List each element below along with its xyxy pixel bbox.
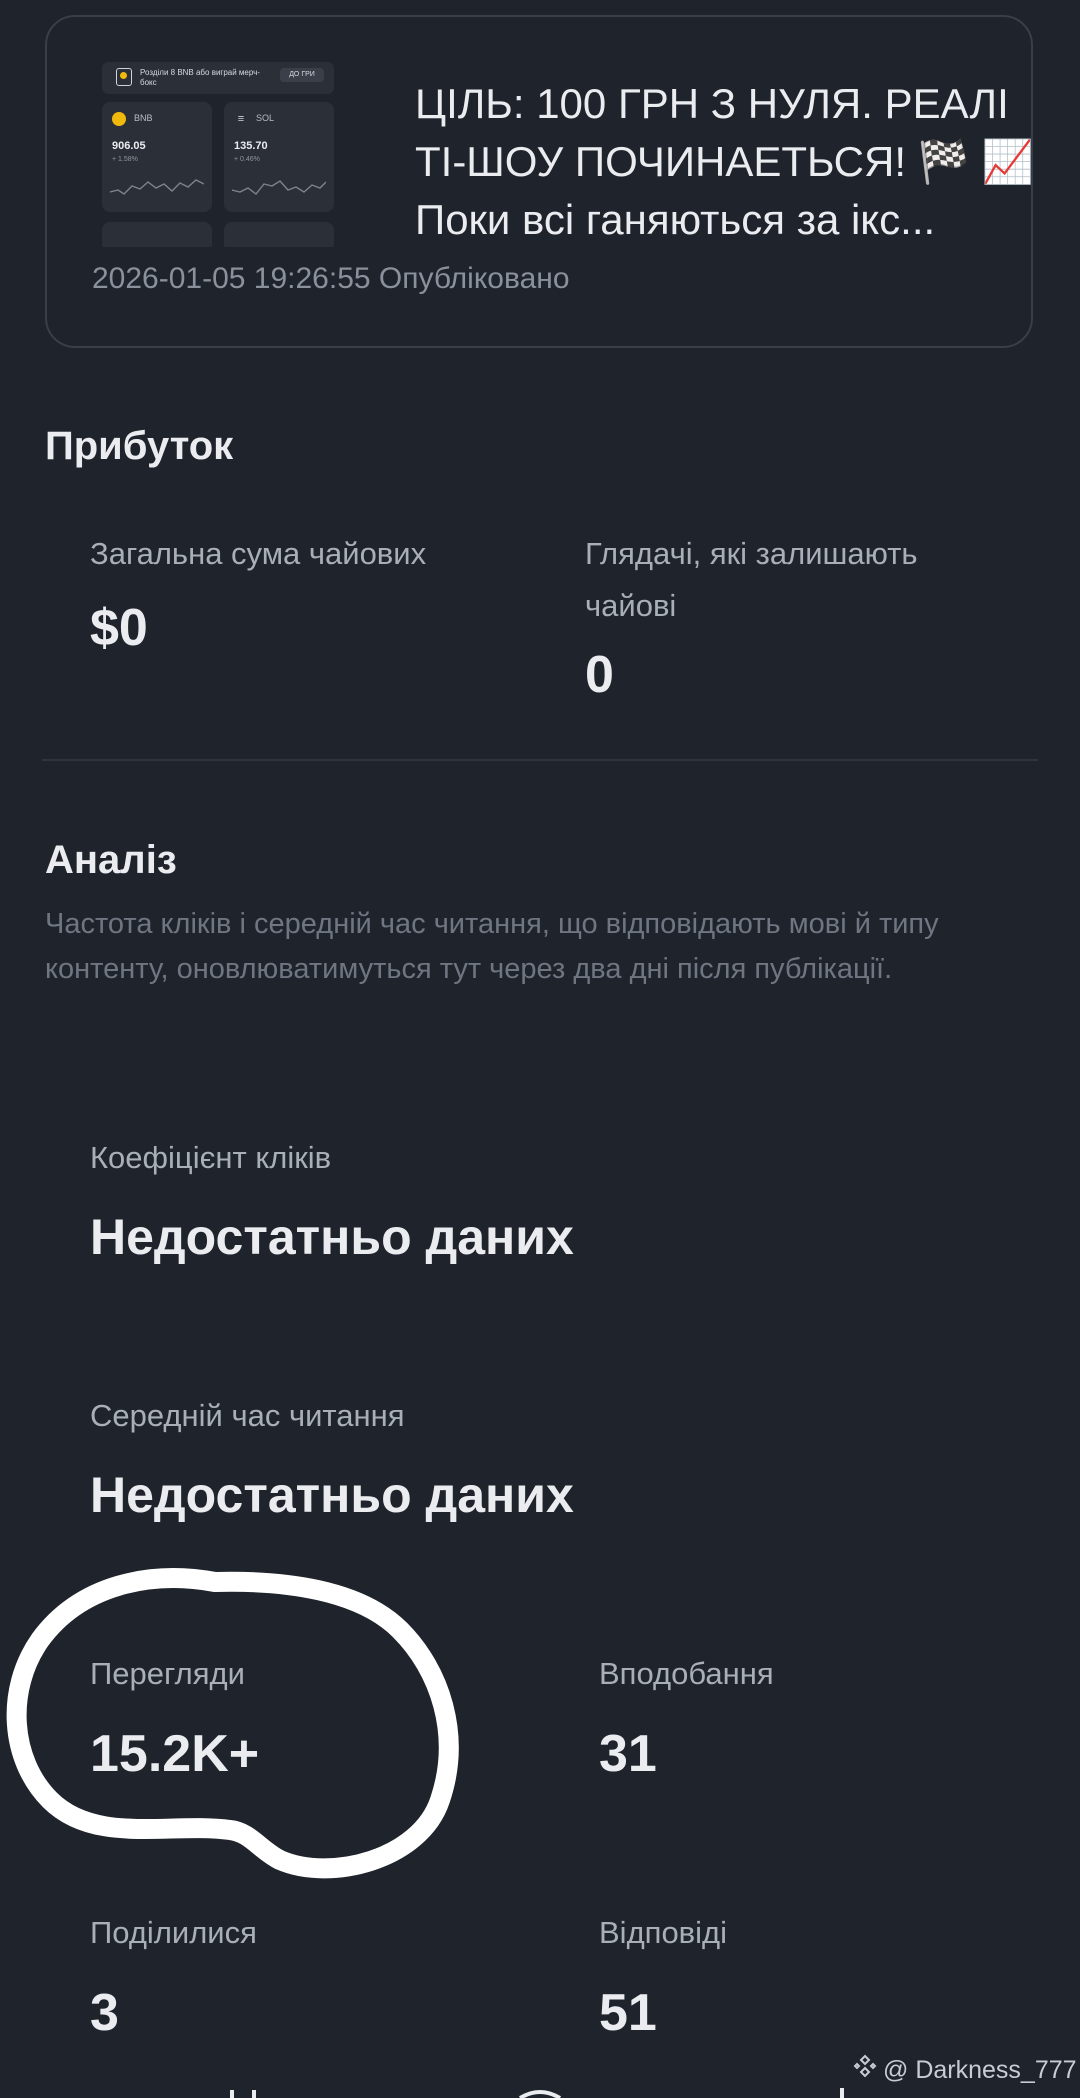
sparkline-icon (110, 179, 204, 195)
replies-label: Відповіді (599, 1915, 728, 1950)
total-tips-label: Загальна сума чайових (90, 536, 427, 571)
likes-label: Вподобання (599, 1656, 774, 1691)
watermark: @ Darkness_777 (853, 2054, 1077, 2085)
ctr-value: Недостатньо даних (90, 1209, 574, 1265)
sparkline-icon (232, 180, 326, 195)
thumbnail-coin-card: ≡ SOL 135.70 + 0.46% (224, 102, 334, 212)
thumbnail-coin-card: BNB 906.05 + 1.58% (102, 102, 212, 212)
post-card[interactable]: Розділи 8 BNB або виграй мерч-бокс ДО ГР… (45, 15, 1035, 348)
bnb-coin-icon (112, 112, 126, 126)
watermark-text: @ Darkness_777 (883, 2056, 1077, 2084)
tippers-label: Глядачі, які залишають чайові (585, 536, 918, 623)
gift-icon (116, 68, 132, 86)
thumbnail-banner-text: Розділи 8 BNB або виграй мерч-бокс (140, 68, 260, 87)
replies-value: 51 (599, 1984, 657, 2042)
coin-price: 135.70 (234, 140, 268, 152)
avg-read-label: Середній час читання (90, 1398, 405, 1433)
analysis-section-title: Аналіз (45, 838, 177, 882)
shares-value: 3 (90, 1984, 119, 2042)
thumbnail-banner: Розділи 8 BNB або виграй мерч-бокс ДО ГР… (102, 62, 334, 94)
sol-coin-icon: ≡ (237, 113, 245, 125)
thumbnail-card-edge (102, 222, 212, 247)
coin-name: SOL (256, 113, 275, 123)
post-title[interactable]: ЦІЛЬ: 100 ГРН З НУЛЯ. РЕАЛІ ТІ-ШОУ ПОЧИН… (415, 75, 1035, 249)
shares-label: Поділилися (90, 1915, 257, 1950)
total-tips-value: $0 (90, 599, 148, 657)
coin-change: + 0.46% (234, 156, 260, 163)
likes-value: 31 (599, 1725, 657, 1783)
post-thumbnail: Розділи 8 BNB або виграй мерч-бокс ДО ГР… (102, 62, 334, 247)
coin-name: BNB (134, 113, 153, 123)
analysis-description: Частота кліків і середній час читання, щ… (45, 908, 939, 985)
tippers-value: 0 (585, 646, 614, 704)
section-divider (42, 759, 1038, 761)
binance-logo-icon (853, 2054, 877, 2078)
cut-off-bottom-row (230, 2088, 844, 2098)
ctr-label: Коефіцієнт кліків (90, 1140, 332, 1175)
hand-drawn-circle-annotation (6, 1568, 459, 1879)
coin-price: 906.05 (112, 140, 146, 152)
avg-read-value: Недостатньо даних (90, 1467, 574, 1523)
earnings-section-title: Прибуток (45, 424, 234, 468)
coin-change: + 1.58% (112, 156, 138, 163)
thumbnail-banner-button: ДО ГРИ (280, 68, 324, 82)
thumbnail-card-edge (224, 222, 334, 247)
post-publish-time: 2026-01-05 19:26:55 Опубліковано (92, 262, 570, 295)
